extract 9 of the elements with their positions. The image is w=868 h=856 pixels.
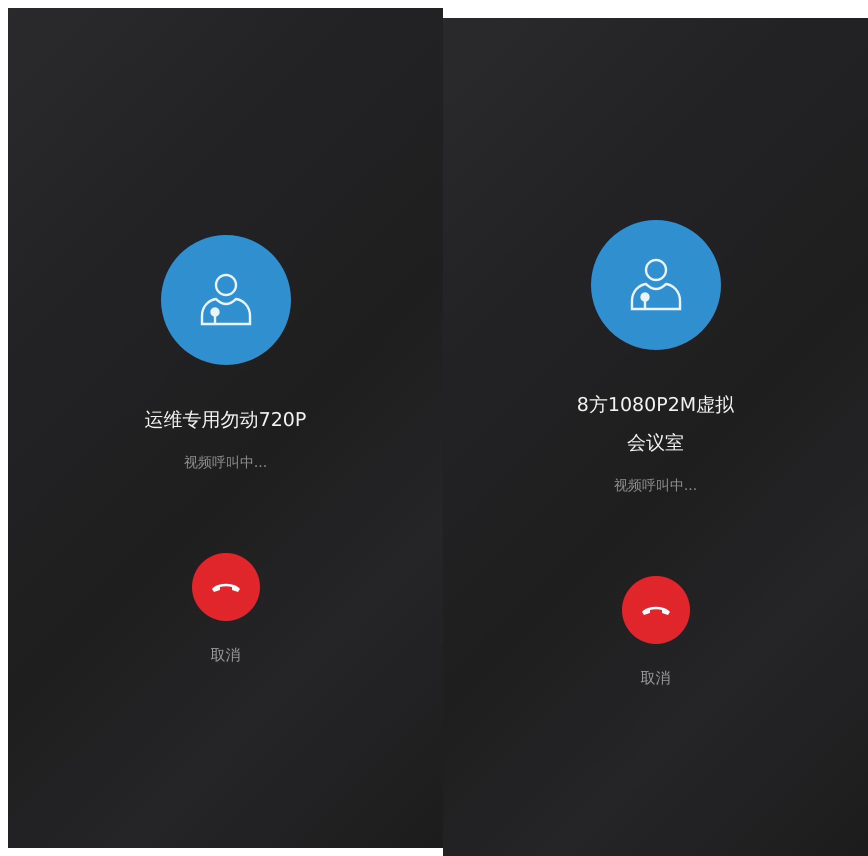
cancel-label: 取消 xyxy=(210,645,240,665)
hang-up-phone-icon xyxy=(210,581,240,593)
contact-name: 会议室 xyxy=(626,431,684,456)
hang-up-phone-icon xyxy=(640,604,670,616)
contact-name: 8方1080P2M虚拟 xyxy=(576,393,734,418)
contact-name: 运维专用勿动720P xyxy=(144,408,306,433)
call-status: 视频呼叫中... xyxy=(184,454,268,473)
cancel-label: 取消 xyxy=(640,668,670,688)
call-status: 视频呼叫中... xyxy=(614,477,698,496)
